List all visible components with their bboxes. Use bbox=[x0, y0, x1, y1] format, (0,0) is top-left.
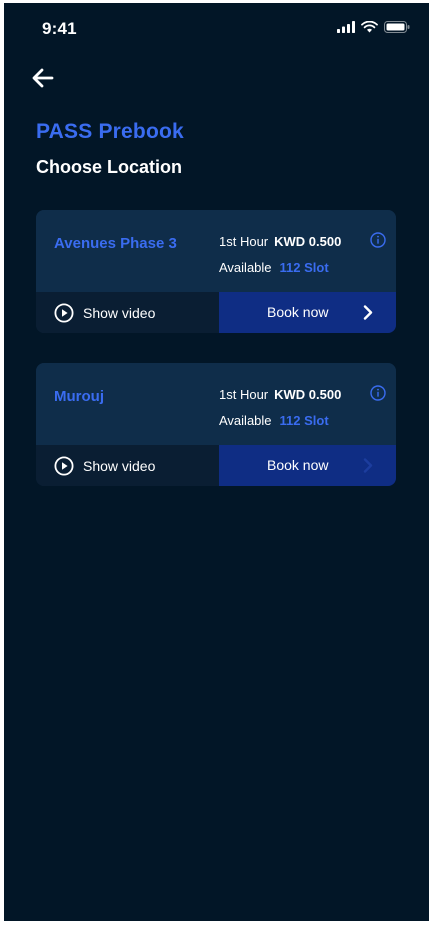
location-card-details: Murouj 1st Hour KWD 0.500 Available 112 Sl… bbox=[36, 363, 396, 445]
availability-label: Available bbox=[219, 413, 272, 428]
availability-line: Available 112 Slot bbox=[219, 260, 329, 275]
status-time: 9:41 bbox=[42, 19, 77, 38]
status-icons bbox=[337, 21, 410, 33]
status-bar: 9:41 bbox=[4, 3, 429, 53]
rate-line: 1st Hour KWD 0.500 bbox=[219, 387, 341, 402]
location-card: Avenues Phase 3 1st Hour KWD 0.500 Availa… bbox=[36, 210, 396, 333]
availability-value: 112 Slot bbox=[279, 260, 329, 275]
play-circle-icon bbox=[54, 455, 74, 476]
chevron-right-icon bbox=[363, 305, 373, 320]
back-button[interactable] bbox=[28, 63, 58, 93]
signal-icon bbox=[337, 21, 355, 33]
book-now-label: Book now bbox=[267, 304, 329, 320]
rate-label: 1st Hour bbox=[219, 387, 269, 402]
app-screen: 9:41 PASS Prebook Choose Location Avenue… bbox=[4, 3, 429, 921]
page-subtitle: Choose Location bbox=[36, 157, 183, 177]
availability-line: Available 112 Slot bbox=[219, 413, 329, 428]
availability-value: 112 Slot bbox=[279, 413, 329, 428]
rate-value: KWD 0.500 bbox=[274, 387, 342, 402]
show-video-label: Show video bbox=[83, 304, 156, 321]
chevron-right-icon bbox=[363, 458, 373, 473]
book-now-label: Book now bbox=[267, 457, 329, 473]
location-card: Murouj 1st Hour KWD 0.500 Available 112 Sl… bbox=[36, 363, 396, 486]
show-video-button[interactable]: Show video bbox=[54, 292, 155, 333]
book-now-button[interactable]: Book now bbox=[219, 292, 396, 333]
location-card-actions: Show video Book now bbox=[36, 292, 396, 333]
info-icon[interactable] bbox=[370, 232, 386, 248]
location-name: Murouj bbox=[54, 388, 104, 405]
rate-label: 1st Hour bbox=[219, 234, 269, 249]
arrow-left-icon bbox=[32, 68, 54, 88]
availability-label: Available bbox=[219, 260, 272, 275]
location-name: Avenues Phase 3 bbox=[54, 235, 177, 252]
info-icon[interactable] bbox=[370, 385, 386, 401]
play-circle-icon bbox=[54, 302, 74, 323]
rate-value: KWD 0.500 bbox=[274, 234, 342, 249]
location-card-actions: Show video Book now bbox=[36, 445, 396, 486]
page-title: PASS Prebook bbox=[36, 120, 184, 143]
show-video-label: Show video bbox=[83, 457, 156, 474]
book-now-button[interactable]: Book now bbox=[219, 445, 396, 486]
location-card-details: Avenues Phase 3 1st Hour KWD 0.500 Availa… bbox=[36, 210, 396, 292]
show-video-button[interactable]: Show video bbox=[54, 445, 155, 486]
wifi-icon bbox=[361, 21, 378, 33]
rate-line: 1st Hour KWD 0.500 bbox=[219, 234, 341, 249]
battery-icon bbox=[384, 21, 410, 33]
